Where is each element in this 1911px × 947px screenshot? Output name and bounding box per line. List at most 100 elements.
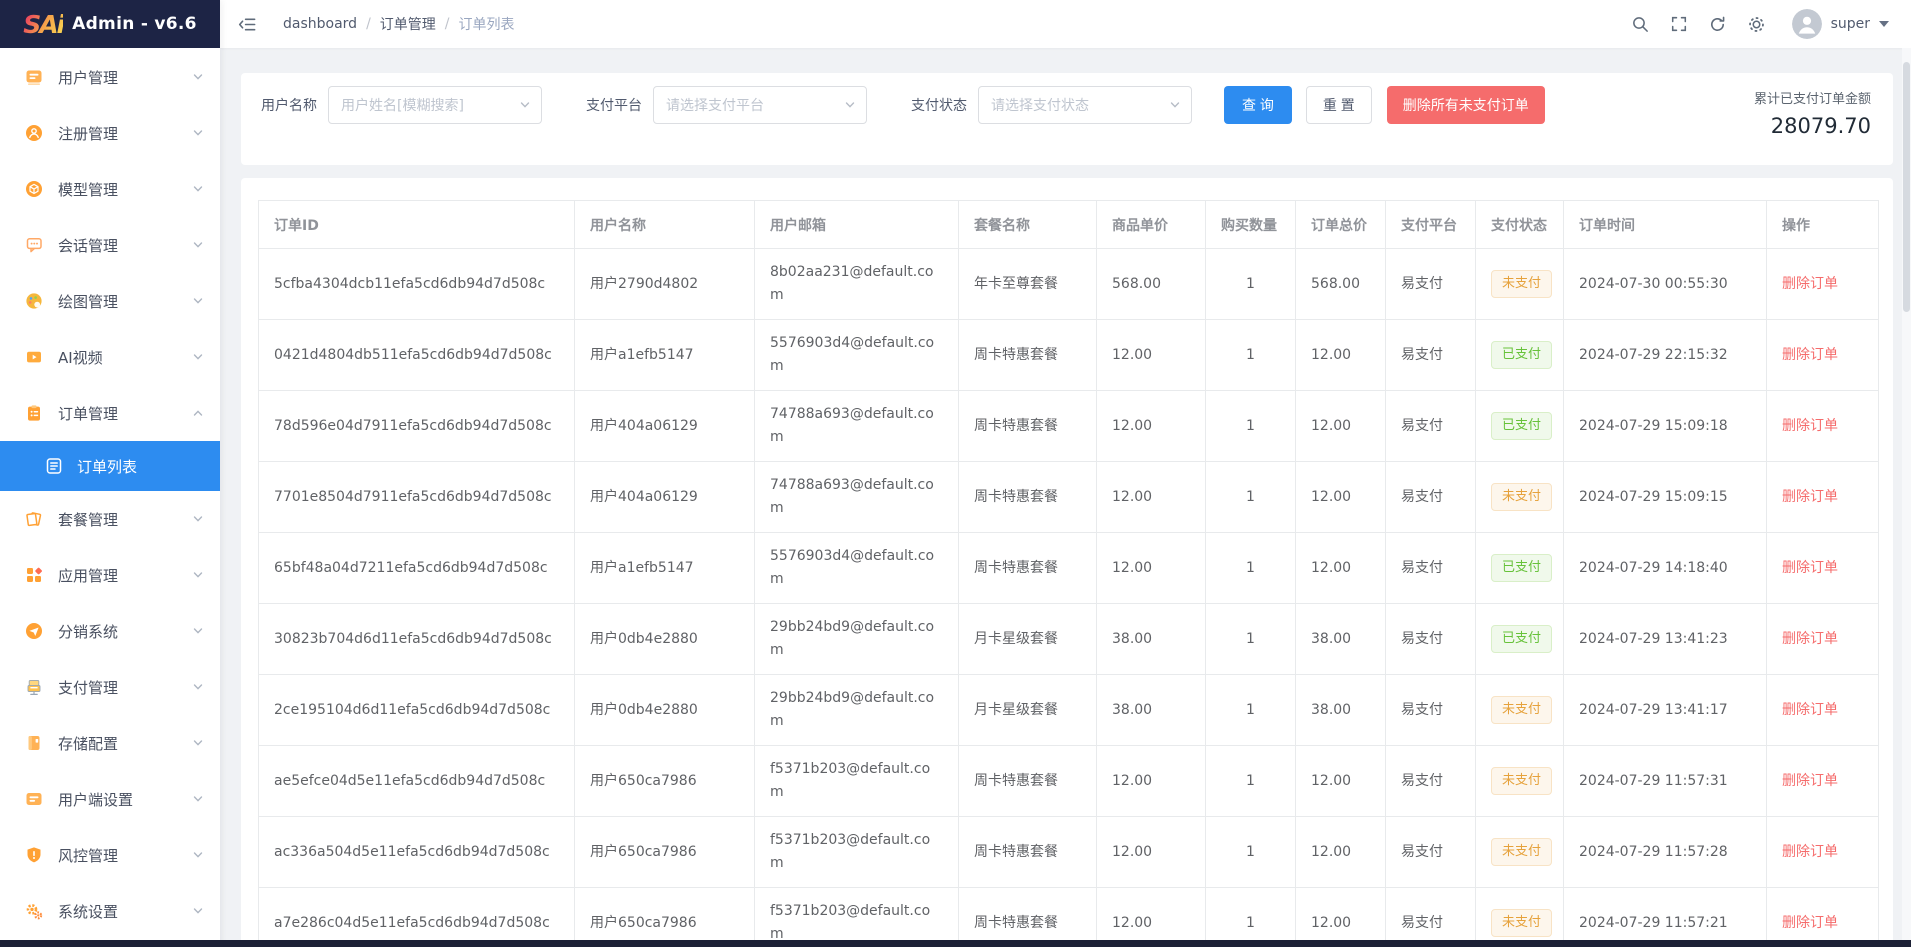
sidebar-item-2[interactable]: 模型管理 xyxy=(0,161,220,217)
user-email-cell: 8b02aa231@default.com xyxy=(754,248,959,320)
sidebar-item-label: 应用管理 xyxy=(58,566,119,585)
unit-price-cell: 568.00 xyxy=(1096,248,1206,320)
filter-username: 用户名称 用户姓名[模糊搜索] xyxy=(261,86,542,124)
sidebar-item-11[interactable]: 存储配置 xyxy=(0,715,220,771)
orders-table-card: 订单ID 用户名称 用户邮箱 套餐名称 商品单价 购买数量 订单总价 支付平台 支付状态 订单时间… xyxy=(241,178,1893,947)
sidebar-item-8[interactable]: 应用管理 xyxy=(0,547,220,603)
quantity-cell: 1 xyxy=(1205,674,1296,746)
user-menu[interactable]: super xyxy=(1791,9,1889,39)
risk-icon xyxy=(24,845,44,865)
sidebar-item-12[interactable]: 用户端设置 xyxy=(0,771,220,827)
payment-status-badge: 未支付 xyxy=(1491,695,1553,725)
refresh-icon[interactable] xyxy=(1708,15,1727,34)
delete-unpaid-orders-button[interactable]: 删除所有未支付订单 xyxy=(1386,86,1545,124)
column-header-10: 操作 xyxy=(1766,200,1879,249)
payment-status-badge: 已支付 xyxy=(1491,624,1553,654)
delete-order-link[interactable]: 删除订单 xyxy=(1782,276,1838,292)
delete-order-link[interactable]: 删除订单 xyxy=(1782,773,1838,789)
sidebar-item-3[interactable]: 会话管理 xyxy=(0,217,220,273)
sidebar-item-6[interactable]: 订单管理 xyxy=(0,385,220,441)
column-header-8: 支付状态 xyxy=(1475,200,1564,249)
chevron-down-icon xyxy=(192,239,204,251)
vertical-scrollbar[interactable] xyxy=(1902,48,1911,940)
paid-total-value: 28079.70 xyxy=(1770,114,1871,138)
plan-name-cell: 周卡特惠套餐 xyxy=(958,319,1097,391)
search-button[interactable]: 查 询 xyxy=(1224,86,1292,124)
delete-order-link[interactable]: 删除订单 xyxy=(1782,631,1838,647)
pay-platform-cell: 易支付 xyxy=(1385,674,1476,746)
sidebar-menu: 用户管理注册管理模型管理会话管理 绘图管理 AI视频 订单管理 订单列表 套餐管理应用管理… xyxy=(0,48,220,939)
unit-price-cell: 12.00 xyxy=(1096,319,1206,391)
username-select[interactable]: 用户姓名[模糊搜索] xyxy=(328,86,542,124)
column-header-5: 购买数量 xyxy=(1205,200,1296,249)
breadcrumb-order-management[interactable]: 订单管理 xyxy=(380,14,436,34)
actions-cell: 删除订单 xyxy=(1766,674,1879,746)
menu-fold-icon[interactable] xyxy=(238,15,257,34)
sidebar-item-10[interactable]: 支付管理 xyxy=(0,659,220,715)
table-row: 5cfba4304dcb11efa5cd6db94d7d508c 用户2790d4… xyxy=(258,248,1879,320)
quantity-cell: 1 xyxy=(1205,461,1296,533)
fullscreen-icon[interactable] xyxy=(1670,15,1688,33)
column-header-3: 套餐名称 xyxy=(958,200,1097,249)
user-name-cell: 用户650ca7986 xyxy=(574,887,755,947)
delete-order-link[interactable]: 删除订单 xyxy=(1782,702,1838,718)
pay-status-cell: 已支付 xyxy=(1475,603,1564,675)
platform-select[interactable]: 请选择支付平台 xyxy=(653,86,867,124)
theme-icon[interactable] xyxy=(1747,15,1766,34)
content-area: 用户名称 用户姓名[模糊搜索] 支付平台 请选择支付平台 支付状态 请选择支付状… xyxy=(220,48,1911,947)
video-icon xyxy=(24,347,44,367)
delete-order-link[interactable]: 删除订单 xyxy=(1782,560,1838,576)
reset-button[interactable]: 重 置 xyxy=(1305,86,1372,124)
delete-order-link[interactable]: 删除订单 xyxy=(1782,347,1838,363)
sidebar-subitem-6-0[interactable]: 订单列表 xyxy=(0,441,220,491)
chevron-down-icon xyxy=(192,793,204,805)
pay-platform-cell: 易支付 xyxy=(1385,248,1476,320)
delete-order-link[interactable]: 删除订单 xyxy=(1782,844,1838,860)
status-filter-label: 支付状态 xyxy=(911,98,967,114)
sidebar-item-0[interactable]: 用户管理 xyxy=(0,49,220,105)
sidebar-item-label: 用户管理 xyxy=(58,68,119,87)
sidebar-item-4[interactable]: 绘图管理 xyxy=(0,273,220,329)
delete-order-link[interactable]: 删除订单 xyxy=(1782,489,1838,505)
sidebar: SAi Admin - v6.6 用户管理 注册管理 模型管理 会话管理 绘图管理 AI视… xyxy=(0,0,220,947)
sidebar-item-1[interactable]: 注册管理 xyxy=(0,105,220,161)
quantity-cell: 1 xyxy=(1205,248,1296,320)
sidebar-item-7[interactable]: 套餐管理 xyxy=(0,491,220,547)
plan-name-cell: 周卡特惠套餐 xyxy=(958,745,1097,817)
table-row: 65bf48a04d7211efa5cd6db94d7d508c 用户a1efb5… xyxy=(258,532,1879,604)
package-icon xyxy=(24,509,44,529)
sidebar-item-13[interactable]: 风控管理 xyxy=(0,827,220,883)
quantity-cell: 1 xyxy=(1205,887,1296,947)
pay-platform-cell: 易支付 xyxy=(1385,532,1476,604)
sidebar-item-label: 模型管理 xyxy=(58,180,119,199)
pay-platform-cell: 易支付 xyxy=(1385,319,1476,391)
actions-cell: 删除订单 xyxy=(1766,319,1879,391)
order-time-cell: 2024-07-29 15:09:18 xyxy=(1563,390,1767,462)
sidebar-item-5[interactable]: AI视频 xyxy=(0,329,220,385)
status-select[interactable]: 请选择支付状态 xyxy=(978,86,1192,124)
payment-status-badge: 未支付 xyxy=(1491,269,1553,299)
search-icon[interactable] xyxy=(1631,15,1650,34)
pay-platform-cell: 易支付 xyxy=(1385,390,1476,462)
actions-cell: 删除订单 xyxy=(1766,816,1879,888)
delete-order-link[interactable]: 删除订单 xyxy=(1782,915,1838,931)
delete-order-link[interactable]: 删除订单 xyxy=(1782,418,1838,434)
user-card-icon xyxy=(24,67,44,87)
breadcrumb-order-list: 订单列表 xyxy=(458,17,515,33)
breadcrumb-dashboard[interactable]: dashboard xyxy=(283,16,357,32)
sidebar-item-label: 支付管理 xyxy=(58,678,119,697)
order-time-cell: 2024-07-29 11:57:31 xyxy=(1563,745,1767,817)
column-header-1: 用户名称 xyxy=(574,200,755,249)
scrollbar-thumb[interactable] xyxy=(1903,62,1910,312)
table-row: 2ce195104d6d11efa5cd6db94d7d508c 用户0db4e2… xyxy=(258,674,1879,746)
actions-cell: 删除订单 xyxy=(1766,532,1879,604)
sidebar-item-14[interactable]: 系统设置 xyxy=(0,883,220,939)
payment-status-badge: 未支付 xyxy=(1491,908,1553,938)
order-total-cell: 12.00 xyxy=(1295,532,1386,604)
sidebar-item-9[interactable]: 分销系统 xyxy=(0,603,220,659)
unit-price-cell: 12.00 xyxy=(1096,816,1206,888)
order-total-cell: 568.00 xyxy=(1295,248,1386,320)
caret-down-icon xyxy=(1879,21,1889,27)
quantity-cell: 1 xyxy=(1205,390,1296,462)
pay-status-cell: 未支付 xyxy=(1475,674,1564,746)
